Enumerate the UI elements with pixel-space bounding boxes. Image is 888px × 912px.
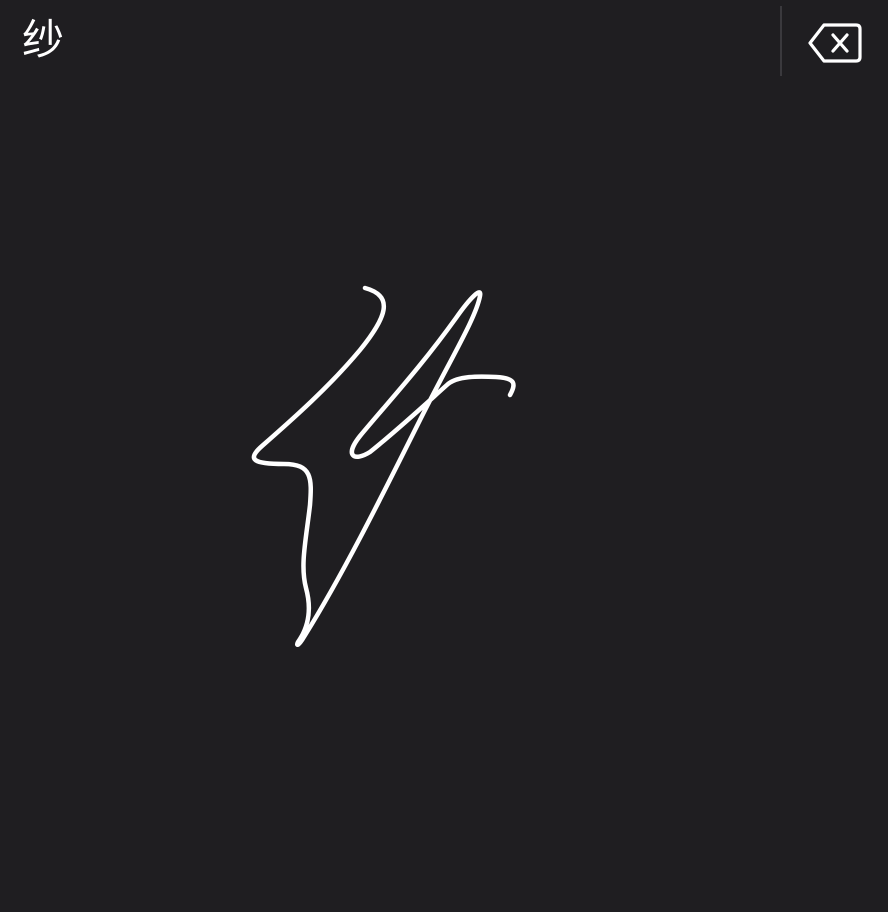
handwriting-strokes <box>251 285 516 647</box>
handwriting-canvas[interactable] <box>0 84 888 912</box>
ink-stroke <box>251 285 516 647</box>
handwriting-keyboard: 纱 <box>0 0 888 912</box>
